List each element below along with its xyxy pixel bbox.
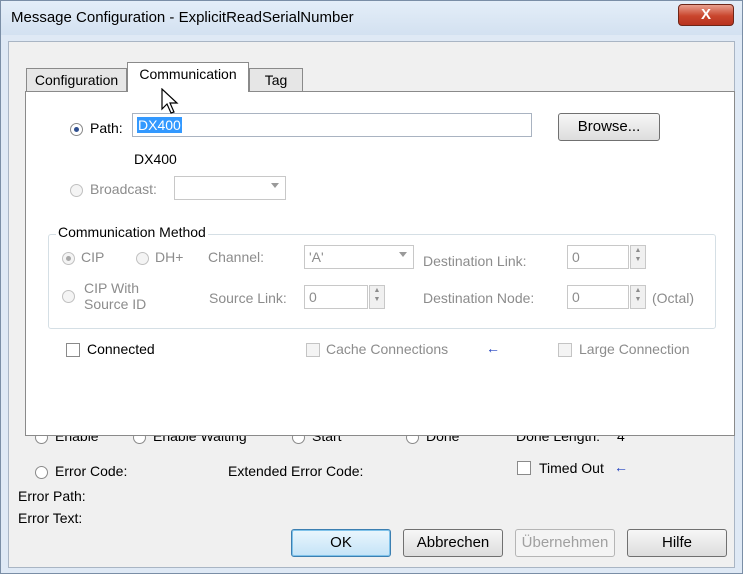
- tab-configuration[interactable]: Configuration: [26, 68, 127, 92]
- source-link-value: 0: [309, 289, 317, 305]
- chevron-down-icon: [399, 252, 407, 257]
- browse-button[interactable]: Browse...: [558, 113, 660, 141]
- path-input[interactable]: DX400: [132, 113, 532, 137]
- dhplus-radio[interactable]: [136, 252, 149, 265]
- destination-node-label: Destination Node:: [423, 290, 535, 306]
- path-label: Path:: [90, 120, 123, 136]
- cache-connections-label: Cache Connections: [326, 341, 449, 357]
- help-button-label: Hilfe: [661, 534, 692, 551]
- cip-radio[interactable]: [62, 252, 75, 265]
- close-button[interactable]: X: [678, 4, 734, 26]
- cip-label: CIP: [81, 249, 105, 265]
- tab-tag-label: Tag: [264, 72, 288, 88]
- cip-source-id-label: CIP With Source ID: [84, 280, 146, 312]
- error-code-status-radio: [35, 466, 48, 479]
- tab-communication-label: Communication: [139, 66, 237, 82]
- destination-link-value: 0: [572, 249, 580, 265]
- title-bar[interactable]: Message Configuration - ExplicitReadSeri…: [1, 1, 742, 35]
- destination-link-input[interactable]: 0: [567, 245, 629, 269]
- destination-link-label: Destination Link:: [423, 253, 527, 269]
- channel-label: Channel:: [208, 249, 265, 265]
- octal-label: (Octal): [652, 290, 694, 306]
- broadcast-select[interactable]: [174, 176, 286, 200]
- source-link-input[interactable]: 0: [304, 285, 368, 309]
- channel-select[interactable]: 'A': [304, 245, 414, 269]
- cip-source-id-radio[interactable]: [62, 290, 75, 303]
- path-radio[interactable]: [70, 123, 83, 136]
- communication-tab-panel: Path: DX400 Browse... DX400 Broadcast: C…: [25, 91, 735, 436]
- cip-source-id-label-line1: CIP With: [84, 280, 139, 296]
- mouse-pointer-icon: [161, 88, 179, 114]
- destination-link-spinner[interactable]: ▲ ▼: [630, 245, 646, 269]
- cancel-button[interactable]: Abbrechen: [403, 529, 503, 557]
- large-connection-checkbox[interactable]: [558, 343, 572, 357]
- browse-button-label: Browse...: [577, 118, 641, 135]
- apply-button-label: Übernehmen: [521, 534, 609, 551]
- tab-tag[interactable]: Tag: [249, 68, 303, 92]
- path-input-value: DX400: [137, 117, 182, 133]
- path-display: DX400: [134, 151, 177, 167]
- destination-node-spinner[interactable]: ▲ ▼: [630, 285, 646, 309]
- communication-method-title: Communication Method: [56, 224, 208, 240]
- connected-label: Connected: [87, 341, 155, 357]
- source-link-spinner[interactable]: ▲ ▼: [369, 285, 385, 309]
- close-icon: X: [700, 6, 711, 23]
- arrow-left-icon: ←: [486, 340, 500, 356]
- ok-button[interactable]: OK: [291, 529, 391, 557]
- timed-out-checkbox: [517, 461, 531, 475]
- tab-configuration-label: Configuration: [34, 72, 119, 88]
- broadcast-radio[interactable]: [70, 184, 83, 197]
- ok-button-label: OK: [330, 534, 352, 551]
- help-button[interactable]: Hilfe: [627, 529, 727, 557]
- dialog-client-area: Configuration Communication Tag Path: DX…: [8, 41, 735, 568]
- large-connection-label: Large Connection: [579, 341, 690, 357]
- error-text-label: Error Text:: [18, 510, 83, 526]
- window-title: Message Configuration - ExplicitReadSeri…: [11, 9, 354, 26]
- arrow-left-icon: ←: [614, 459, 628, 475]
- message-configuration-dialog: Message Configuration - ExplicitReadSeri…: [0, 0, 743, 574]
- cache-connections-checkbox[interactable]: [306, 343, 320, 357]
- cip-source-id-label-line2: Source ID: [84, 296, 147, 312]
- destination-node-input[interactable]: 0: [567, 285, 629, 309]
- chevron-down-icon: [271, 183, 279, 188]
- error-path-label: Error Path:: [18, 488, 86, 504]
- connected-checkbox[interactable]: [66, 343, 80, 357]
- extended-error-code-label: Extended Error Code:: [228, 463, 364, 479]
- cancel-button-label: Abbrechen: [416, 534, 490, 551]
- destination-node-value: 0: [572, 289, 580, 305]
- apply-button[interactable]: Übernehmen: [515, 529, 615, 557]
- dhplus-label: DH+: [155, 249, 184, 265]
- timed-out-label: Timed Out: [539, 460, 604, 476]
- channel-select-value: 'A': [309, 249, 324, 265]
- broadcast-label: Broadcast:: [90, 181, 157, 197]
- tab-communication[interactable]: Communication: [127, 62, 249, 92]
- error-code-label: Error Code:: [55, 463, 128, 479]
- source-link-label: Source Link:: [209, 290, 287, 306]
